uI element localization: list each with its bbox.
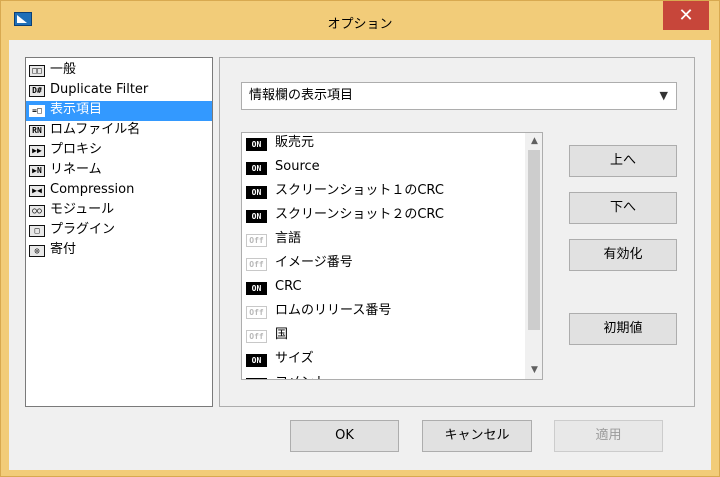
enable-button[interactable]: 有効化 [569, 239, 677, 271]
toggle-state-badge[interactable]: ON [246, 282, 267, 295]
tree-item[interactable]: □□ 一般 [26, 61, 212, 81]
toggle-state-badge[interactable]: ON [246, 186, 267, 199]
toggle-state-badge[interactable]: Off [246, 330, 267, 343]
tree-item[interactable]: D# Duplicate Filter [26, 81, 212, 101]
toggle-state-badge[interactable]: ON [246, 210, 267, 223]
scroll-up-icon[interactable]: ▲ [526, 133, 542, 150]
list-item[interactable]: ON コメント [242, 373, 542, 379]
tree-item[interactable]: ▶◀ Compression [26, 181, 212, 201]
tree-item-label: 一般 [50, 62, 77, 77]
list-item-label: サイズ [275, 351, 314, 366]
tree-item-label: 表示項目 [50, 102, 103, 117]
toggle-state-badge[interactable]: ON [246, 138, 267, 151]
tree-item-label: Compression [50, 182, 135, 197]
list-scrollbar[interactable]: ▲ ▼ [525, 133, 542, 379]
tree-item[interactable]: =□ 表示項目 [26, 101, 212, 121]
apply-button: 適用 [554, 420, 663, 452]
list-item[interactable]: Off 国 [242, 325, 542, 349]
toggle-state-badge[interactable]: ON [246, 354, 267, 367]
chevron-down-icon[interactable]: ▼ [660, 83, 668, 109]
tree-item-label: リネーム [50, 162, 102, 177]
list-item[interactable]: Off 言語 [242, 229, 542, 253]
list-item[interactable]: ON CRC [242, 277, 542, 301]
category-icon: □ [29, 225, 45, 237]
ok-button[interactable]: OK [290, 420, 399, 452]
tree-item-label: モジュール [50, 202, 115, 217]
toggle-state-badge[interactable]: Off [246, 234, 267, 247]
list-item-label: CRC [275, 279, 302, 294]
display-section-select-value: 情報欄の表示項目 [249, 88, 354, 103]
tree-item-label: プロキシ [50, 142, 103, 157]
tree-item[interactable]: ▶N リネーム [26, 161, 212, 181]
list-item[interactable]: ON サイズ [242, 349, 542, 373]
tree-item-label: Duplicate Filter [50, 82, 149, 97]
category-icon: =□ [29, 105, 45, 117]
category-icon: ▶▶ [29, 145, 45, 157]
category-icon: ▶◀ [29, 185, 45, 197]
list-item[interactable]: Off イメージ番号 [242, 253, 542, 277]
tree-item[interactable]: ○○ モジュール [26, 201, 212, 221]
display-section-select[interactable]: 情報欄の表示項目 ▼ [241, 82, 677, 110]
category-icon: ○○ [29, 205, 45, 217]
cancel-button[interactable]: キャンセル [422, 420, 532, 452]
category-icon: □□ [29, 65, 45, 77]
list-item[interactable]: ON スクリーンショット２のCRC [242, 205, 542, 229]
dialog-body: □□ 一般 D# Duplicate Filter =□ 表示項目 RN ロムファイル名 ▶▶ プ… [9, 40, 711, 470]
toggle-state-badge[interactable]: ON [246, 378, 267, 379]
category-icon: RN [29, 125, 45, 137]
title-bar[interactable]: オプション ✕ [1, 1, 719, 40]
scroll-down-icon[interactable]: ▼ [526, 362, 542, 379]
category-tree[interactable]: □□ 一般 D# Duplicate Filter =□ 表示項目 RN ロムファイル名 ▶▶ プ… [25, 57, 213, 407]
list-item-label: イメージ番号 [275, 255, 353, 270]
tree-item[interactable]: RN ロムファイル名 [26, 121, 212, 141]
list-item-label: 販売元 [275, 135, 315, 150]
tree-item-label: 寄付 [50, 242, 77, 257]
category-icon: D# [29, 85, 45, 97]
toggle-state-badge[interactable]: Off [246, 258, 267, 271]
scroll-thumb[interactable] [528, 150, 540, 330]
tree-item[interactable]: □ プラグイン [26, 221, 212, 241]
list-item[interactable]: ON Source [242, 157, 542, 181]
list-item-label: スクリーンショット２のCRC [275, 207, 444, 222]
window-title: オプション [327, 17, 393, 32]
display-items-list[interactable]: ON 販売元 ON Source ON スクリーンショット１のCRC ON スクリーンショット… [241, 132, 543, 380]
list-item[interactable]: ON 販売元 [242, 133, 542, 157]
options-dialog: オプション ✕ □□ 一般 D# Duplicate Filter =□ 表示項目 RN ロム… [0, 0, 720, 477]
list-item-label: コメント [275, 375, 327, 379]
toggle-state-badge[interactable]: Off [246, 306, 267, 319]
move-down-button[interactable]: 下へ [569, 192, 677, 224]
toggle-state-badge[interactable]: ON [246, 162, 267, 175]
close-button[interactable]: ✕ [663, 1, 709, 30]
category-icon: ▶N [29, 165, 45, 177]
tree-item-label: ロムファイル名 [50, 122, 141, 137]
list-item-label: ロムのリリース番号 [275, 303, 392, 318]
tree-item[interactable]: ▶▶ プロキシ [26, 141, 212, 161]
list-item-label: 国 [275, 327, 289, 342]
reset-defaults-button[interactable]: 初期値 [569, 313, 677, 345]
list-item[interactable]: ON スクリーンショット１のCRC [242, 181, 542, 205]
tree-item[interactable]: ◎ 寄付 [26, 241, 212, 261]
list-item-label: 言語 [275, 231, 302, 246]
tree-item-label: プラグイン [50, 222, 116, 237]
category-icon: ◎ [29, 245, 45, 257]
list-item-label: スクリーンショット１のCRC [275, 183, 444, 198]
list-item[interactable]: Off ロムのリリース番号 [242, 301, 542, 325]
move-up-button[interactable]: 上へ [569, 145, 677, 177]
list-item-label: Source [275, 159, 320, 174]
